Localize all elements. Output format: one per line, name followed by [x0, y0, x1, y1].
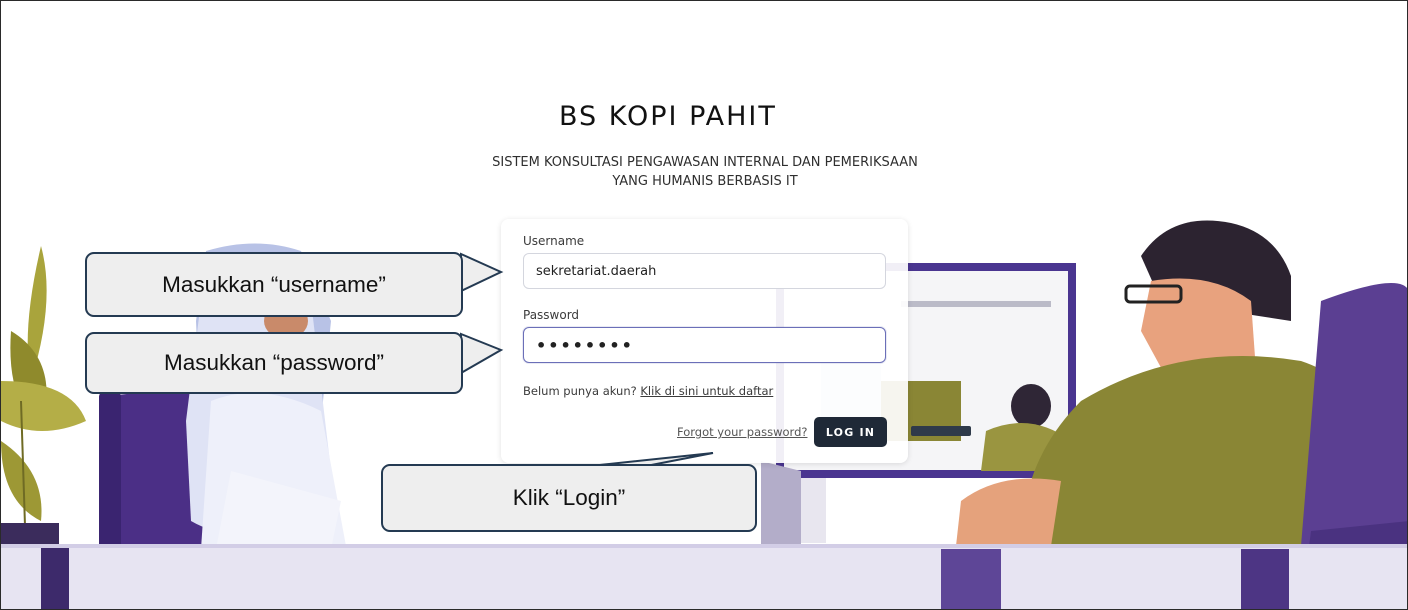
username-callout: Masukkan “username” [85, 252, 463, 317]
password-callout-text: Masukkan “password” [163, 350, 385, 375]
login-callout-text: Klik “Login” [512, 485, 626, 510]
screenshot-frame: BS KOPI PAHIT SISTEM KONSULTASI PENGAWAS… [0, 0, 1408, 610]
username-callout-pointer [460, 252, 504, 293]
password-callout: Masukkan “password” [85, 332, 463, 394]
username-callout-text: Masukkan “username” [162, 271, 386, 297]
password-callout-pointer [460, 332, 504, 375]
login-callout: Klik “Login” [381, 464, 757, 532]
